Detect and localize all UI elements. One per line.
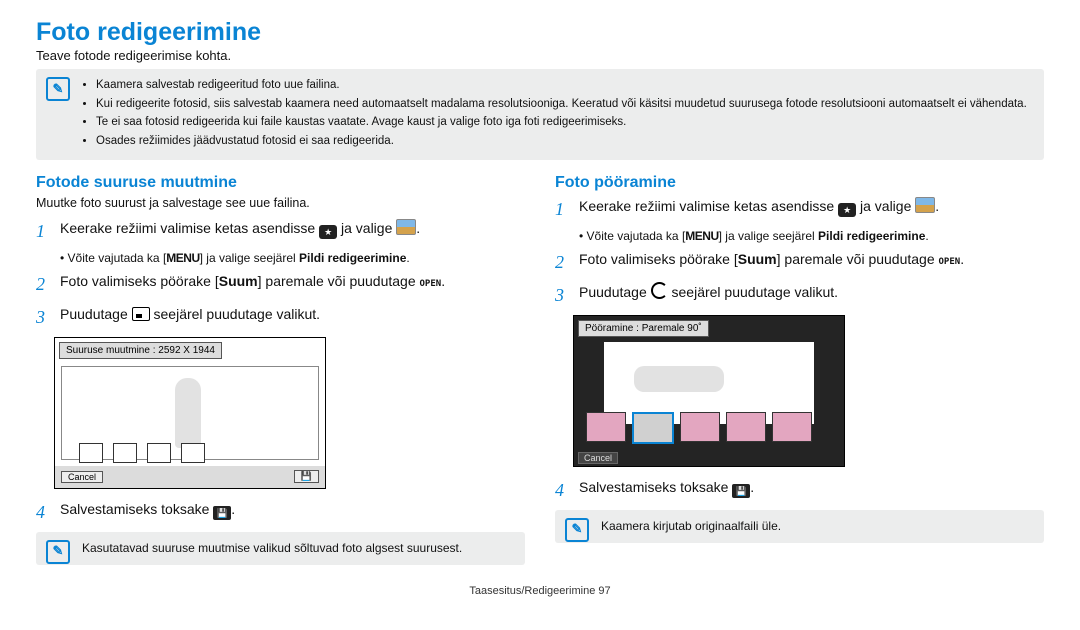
footnote-box: ✎ Kasutatavad suuruse muutmise valikud s… [36, 532, 525, 565]
thumb-preview-selected [632, 412, 674, 444]
note-item: Osades režiimides jäädvustatud fotosid e… [96, 133, 1032, 150]
section-sub: Muutke foto suurust ja salvestage see uu… [36, 196, 525, 210]
step-1: 1 Keerake režiimi valimise ketas asendis… [555, 196, 1044, 223]
thumb-preview [680, 412, 720, 442]
step-hint: Võite vajutada ka [MENU] ja valige seejä… [579, 229, 1044, 243]
step-number: 3 [36, 304, 52, 331]
step-3: 3 Puudutage seejärel puudutage valikut. [36, 304, 525, 331]
info-note-box: ✎ Kaamera salvestab redigeeritud foto uu… [36, 69, 1044, 160]
step-text: Keerake režiimi valimise ketas asendisse [60, 220, 319, 236]
screenshot-resize: Suuruse muutmine : 2592 X 1944 ◧ ▣ ◪ ◩ C… [54, 337, 326, 489]
step-number: 1 [555, 196, 571, 223]
menu-glyph-icon: MENU [166, 251, 199, 265]
mode-star-icon: ★ [838, 203, 856, 217]
step-number: 1 [36, 218, 52, 245]
page-title: Foto redigeerimine [36, 18, 1044, 47]
section-heading-rotate: Foto pööramine [555, 174, 1044, 192]
cancel-button[interactable]: Cancel [61, 471, 103, 483]
save-icon: 💾 [213, 506, 231, 520]
save-icon: 💾 [732, 484, 750, 498]
step-4: 4 Salvestamiseks toksake 💾. [555, 477, 1044, 504]
screenshot-rotate: Pööramine : Paremale 90˚ Cancel [573, 315, 845, 467]
note-item: Kui redigeerite fotosid, siis salvestab … [96, 96, 1032, 113]
step-number: 3 [555, 282, 571, 309]
thumb-size-icon: ◩ [181, 443, 205, 463]
step-hint: Võite vajutada ka [MENU] ja valige seejä… [60, 251, 525, 265]
step-2: 2 Foto valimiseks pöörake [Suum] paremal… [555, 249, 1044, 276]
step-4: 4 Salvestamiseks toksake 💾. [36, 499, 525, 526]
section-heading-resize: Fotode suuruse muutmine [36, 174, 525, 192]
note-icon: ✎ [46, 77, 70, 101]
edit-picture-icon [915, 197, 935, 213]
resize-tool-icon [132, 307, 150, 321]
screenshot-label: Suuruse muutmine : 2592 X 1944 [59, 342, 222, 359]
page-footer: Taasesitus/Redigeerimine 97 [36, 585, 1044, 597]
menu-glyph-icon: MENU [685, 229, 718, 243]
step-2: 2 Foto valimiseks pöörake [Suum] paremal… [36, 271, 525, 298]
rotate-tool-icon [651, 282, 668, 299]
step-number: 2 [555, 249, 571, 276]
page-intro: Teave fotode redigeerimise kohta. [36, 48, 1044, 63]
mode-star-icon: ★ [319, 225, 337, 239]
cancel-button[interactable]: Cancel [578, 452, 618, 464]
step-text: ja valige [341, 220, 396, 236]
step-text: ja valige [860, 198, 915, 214]
note-item: Te ei saa fotosid redigeerida kui faile … [96, 114, 1032, 131]
step-number: 4 [555, 477, 571, 504]
edit-picture-icon [396, 219, 416, 235]
step-3: 3 Puudutage seejärel puudutage valikut. [555, 282, 1044, 309]
note-icon: ✎ [565, 518, 589, 542]
thumb-preview [772, 412, 812, 442]
save-button[interactable]: 💾 [294, 470, 319, 483]
footnote-box: ✎ Kaamera kirjutab originaalfaili üle. [555, 510, 1044, 543]
step-1: 1 Keerake režiimi valimise ketas asendis… [36, 218, 525, 245]
thumb-preview [726, 412, 766, 442]
step-number: 4 [36, 499, 52, 526]
thumb-size-icon: ◧ [79, 443, 103, 463]
thumb-size-icon: ▣ [113, 443, 137, 463]
step-text: Keerake režiimi valimise ketas asendisse [579, 198, 838, 214]
note-item: Kaamera salvestab redigeeritud foto uue … [96, 77, 1032, 94]
screenshot-label: Pööramine : Paremale 90˚ [578, 320, 709, 337]
thumb-size-icon: ◪ [147, 443, 171, 463]
note-icon: ✎ [46, 540, 70, 564]
thumb-preview [586, 412, 626, 442]
step-number: 2 [36, 271, 52, 298]
